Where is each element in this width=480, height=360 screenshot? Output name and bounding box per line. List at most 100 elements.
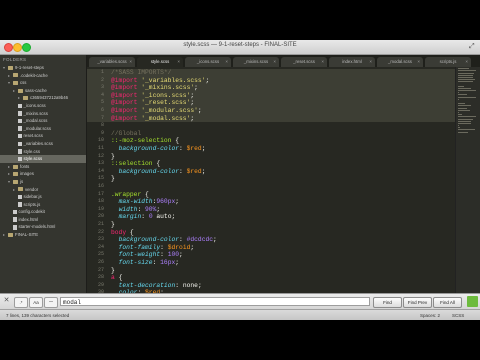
regex-toggle[interactable]: .* [14, 297, 28, 308]
sidebar-file[interactable]: config.codekit [0, 208, 86, 216]
file-icon [18, 194, 22, 200]
find-prev-button[interactable]: Find Prev [403, 297, 432, 308]
line-number: 24 [97, 243, 104, 250]
case-sensitive-toggle[interactable]: Aa [29, 297, 43, 308]
find-button[interactable]: Find [373, 297, 402, 308]
code-line: 15} [87, 175, 456, 183]
code-token: none [182, 281, 198, 289]
minimap-line [458, 116, 476, 118]
sidebar-folder[interactable]: ▸ sass-cache [0, 87, 86, 95]
sidebar-file[interactable]: index.html [0, 216, 86, 224]
sidebar-folder[interactable]: ▸ FINAL-SITE [0, 231, 86, 239]
tree-item-label: 9-1-reset-steps [15, 65, 44, 70]
sidebar-file[interactable]: _icons.scss [0, 102, 86, 110]
file-icon [18, 133, 22, 139]
code-line: 4 @import '_icons.scss'; [87, 91, 456, 100]
tree-item-label: reset.scss [23, 133, 43, 139]
tab-close-icon[interactable]: × [129, 57, 132, 67]
code-token: @import [111, 114, 142, 122]
minimap[interactable] [455, 67, 480, 293]
tab[interactable]: _mixins.scss × [233, 57, 279, 67]
sidebar-file[interactable]: _modal.scss [0, 117, 86, 125]
code-editor[interactable]: 1 /*SASS IMPORTS*/ 2 @import '_variables.sc… [87, 67, 456, 293]
file-icon [18, 141, 22, 147]
code-token: @import [111, 84, 142, 92]
sidebar-file[interactable]: scripts.js [0, 201, 86, 209]
code-text: font-size: 16px; [111, 259, 179, 267]
sidebar-file[interactable]: style.css [0, 148, 86, 156]
tree-item-label: images [20, 171, 34, 177]
code-line: 8 [87, 122, 456, 130]
tab-close-icon[interactable]: × [465, 57, 468, 67]
indentation-status[interactable]: Spaces: 2 [420, 310, 440, 320]
minimap-line [458, 107, 468, 109]
code-token: font-size [118, 259, 153, 266]
letterbox-bottom [0, 320, 480, 360]
tab[interactable]: index.html × [329, 57, 375, 67]
tree-item-label: FINAL-SITE [15, 232, 39, 238]
folder-icon [8, 65, 13, 70]
close-find-panel-icon[interactable]: ✕ [2, 296, 11, 306]
whole-word-toggle[interactable]: "" [44, 297, 58, 308]
code-line: 26 font-size: 16px; [87, 259, 456, 267]
code-token: : [141, 213, 149, 221]
sidebar-file[interactable]: _mixins.scss [0, 110, 86, 118]
minimap-line [458, 103, 465, 105]
tab-close-icon[interactable]: × [321, 57, 324, 67]
tab-close-icon[interactable]: × [177, 57, 180, 67]
sidebar-folder[interactable]: ▾ js [0, 178, 86, 186]
sidebar-file[interactable]: reset.scss [0, 132, 86, 140]
code-token: .wrapper [111, 190, 146, 198]
tab-label: _reset.scss [293, 59, 315, 64]
sidebar-folder[interactable]: ▾ 9-1-reset-steps [0, 64, 86, 72]
code-text: max-width:960px; [111, 198, 179, 206]
sidebar-folder[interactable]: ▸ c3659437212a9b46 [0, 94, 86, 102]
tab[interactable]: _variables.scss × [89, 57, 135, 67]
find-panel: ✕ .* Aa "" modal Find Find Prev Find All [0, 293, 480, 310]
sidebar-file[interactable]: sidebar.js [0, 193, 86, 201]
sidebar-folder[interactable]: ▸ vendor [0, 186, 86, 194]
sidebar-file[interactable]: _variables.scss [0, 140, 86, 148]
code-token: } [111, 175, 115, 183]
line-number: 14 [97, 167, 104, 174]
code-token: ; [175, 259, 180, 266]
sidebar-file[interactable]: _modular.scss [0, 125, 86, 133]
sidebar-folder[interactable]: ▸ .codekit-cache [0, 72, 86, 80]
tab[interactable]: _icons.scss × [185, 57, 231, 67]
tab-close-icon[interactable]: × [273, 57, 276, 67]
title-bar: style.scss — 9-1-reset-steps - FINAL-SIT… [0, 40, 480, 55]
tab[interactable]: style.scss × [137, 57, 183, 67]
code-token: font-family [118, 243, 161, 251]
sidebar-file[interactable]: starter-models.html [0, 223, 86, 231]
sidebar-folder[interactable]: ▸ images [0, 170, 86, 178]
tab-close-icon[interactable]: × [225, 57, 228, 67]
sidebar: FOLDERS ▾ 9-1-reset-steps ▸ .codekit-cache ▾… [0, 55, 87, 293]
minimap-line [458, 79, 475, 81]
tab[interactable]: _modal.scss × [377, 57, 423, 67]
syntax-status[interactable]: SCSS [452, 310, 464, 320]
code-token: '_icons.scss' [141, 91, 191, 99]
sidebar-file[interactable]: style.scss [0, 155, 86, 163]
tree-item-label: starter-models.html [18, 224, 56, 230]
line-number: 6 [100, 107, 104, 113]
line-number: 26 [97, 259, 104, 265]
find-all-button[interactable]: Find All [433, 297, 462, 308]
code-token: @import [111, 99, 142, 107]
sidebar-folder[interactable]: ▾ css [0, 79, 86, 87]
code-text: @import '_icons.scss'; [111, 92, 194, 100]
code-line: 6 @import '_modular.scss'; [87, 107, 456, 115]
tab[interactable]: scripts.js × [425, 57, 471, 67]
code-token: margin [118, 213, 142, 221]
fullscreen-icon[interactable]: ⤢ [469, 43, 476, 50]
tab-close-icon[interactable]: × [369, 57, 372, 67]
code-token: } [111, 152, 115, 160]
find-input[interactable]: modal [60, 297, 370, 306]
tab[interactable]: _reset.scss × [281, 57, 327, 67]
code-line: 7 @import '_modal.scss'; [87, 114, 456, 123]
tab-close-icon[interactable]: × [417, 57, 420, 67]
code-line: 22 body { [87, 229, 456, 237]
sidebar-folder[interactable]: ▸ fonts [0, 163, 86, 171]
code-line: 1 /*SASS IMPORTS*/ [87, 69, 456, 77]
